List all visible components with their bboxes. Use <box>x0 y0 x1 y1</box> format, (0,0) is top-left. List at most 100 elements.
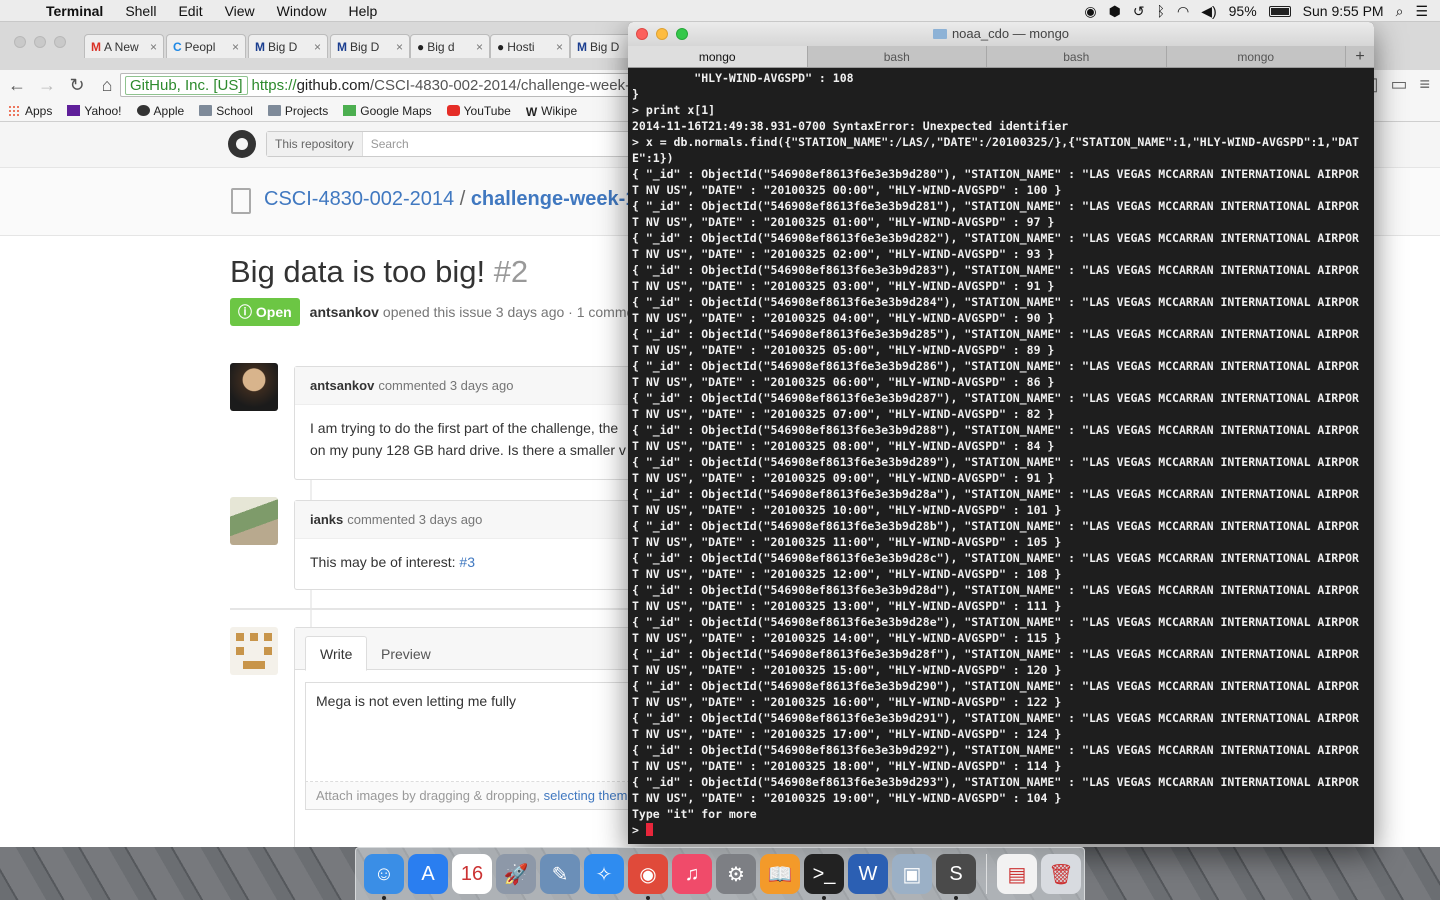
avatar[interactable] <box>230 497 278 545</box>
bookmark-youtube[interactable]: YouTube <box>446 104 511 118</box>
browser-tab[interactable]: C Peopl × <box>166 34 246 58</box>
preview-icon[interactable]: ✎ <box>540 854 580 894</box>
minimize-window-button[interactable] <box>656 28 668 40</box>
bookmark-apple[interactable]: Apple <box>136 104 184 118</box>
timeline-divider <box>230 608 634 610</box>
dock-glyph: S <box>949 862 963 885</box>
terminal-tab[interactable]: bash <box>808 46 987 67</box>
spotlight-icon[interactable]: ⌕ <box>1396 3 1404 20</box>
menu-window[interactable]: Window <box>266 3 338 19</box>
browser-tab[interactable]: MBig D × <box>330 34 410 58</box>
sublime-icon[interactable]: S <box>936 854 976 900</box>
terminal-icon[interactable]: >_ <box>804 854 844 900</box>
comment-header: antsankov commented 3 days ago <box>295 367 634 405</box>
github-octocat-icon[interactable] <box>228 130 256 158</box>
bookmark-projects[interactable]: Projects <box>267 104 328 118</box>
reload-icon[interactable]: ↻ <box>64 75 90 96</box>
system-preferences-icon[interactable]: ⚙ <box>716 854 756 894</box>
ev-certificate-badge[interactable]: GitHub, Inc. [US] <box>125 75 248 95</box>
select-files-link[interactable]: selecting them <box>544 788 628 803</box>
terminal-line: > x = db.normals.find({"STATION_NAME":/L… <box>632 135 1359 149</box>
github-search-input[interactable]: This repository Search <box>266 131 636 157</box>
issue-author-link[interactable]: antsankov <box>310 304 379 320</box>
menu-shell[interactable]: Shell <box>114 3 167 19</box>
zoom-window-button[interactable] <box>676 28 688 40</box>
browser-tab[interactable]: ● Big d × <box>410 34 490 58</box>
battery-icon[interactable] <box>1268 5 1291 17</box>
volume-icon[interactable]: ◀) <box>1201 3 1216 20</box>
menu-help[interactable]: Help <box>337 3 388 19</box>
repo-name-link[interactable]: challenge-week-1 <box>471 188 637 210</box>
menu-view[interactable]: View <box>214 3 266 19</box>
forward-arrow-icon[interactable]: → <box>34 75 60 96</box>
google-maps-icon <box>343 105 357 116</box>
issue-reference-link[interactable]: #3 <box>459 554 475 570</box>
minimize-window-button[interactable] <box>34 36 46 48</box>
close-tab-icon[interactable]: × <box>310 40 321 54</box>
time-machine-icon[interactable]: ↺ <box>1133 3 1145 20</box>
terminal-line: T NV US", "DATE" : "20100325 05:00", "HL… <box>632 343 1055 357</box>
zoom-window-button[interactable] <box>54 36 66 48</box>
search-scope-label: This repository <box>267 132 363 156</box>
safari-icon[interactable]: ✧ <box>584 854 624 894</box>
ibooks-icon[interactable]: 📖 <box>760 854 800 894</box>
browser-tab[interactable]: MBig D × <box>248 34 328 58</box>
notification-center-icon[interactable]: ☰ <box>1415 3 1428 20</box>
browser-tab[interactable]: MA New × <box>84 34 164 58</box>
repo-owner-link[interactable]: CSCI-4830-002-2014 <box>264 188 454 210</box>
tab-preview[interactable]: Preview <box>367 636 445 671</box>
battery-percent[interactable]: 95% <box>1229 3 1257 19</box>
bookmark-wikipedia[interactable]: W Wikipe <box>526 103 578 120</box>
photo-icon[interactable]: ▣ <box>892 854 932 894</box>
itunes-icon[interactable]: ♫ <box>672 854 712 894</box>
bookmark-school[interactable]: School <box>199 104 253 118</box>
terminal-tab[interactable]: mongo <box>1167 46 1346 67</box>
close-tab-icon[interactable]: × <box>552 40 563 54</box>
back-arrow-icon[interactable]: ← <box>4 75 30 96</box>
bluetooth-icon[interactable]: ᛒ <box>1157 3 1165 19</box>
terminal-tab[interactable]: bash <box>987 46 1167 67</box>
bookmark-google-maps[interactable]: Google Maps <box>343 104 432 118</box>
wifi-icon[interactable]: ◠ <box>1177 3 1189 20</box>
documents-icon[interactable]: ▤ <box>997 854 1037 894</box>
status-app-icon[interactable]: ◉ <box>1084 3 1096 20</box>
vpn-icon[interactable]: ⬢ <box>1109 3 1121 20</box>
avatar[interactable] <box>230 363 278 411</box>
close-tab-icon[interactable]: × <box>228 40 239 54</box>
bookmark-yahoo[interactable]: Yahoo! <box>67 104 122 118</box>
terminal-prompt[interactable]: > <box>632 822 1370 838</box>
repo-book-icon <box>231 188 251 214</box>
cast-icon[interactable]: ▭ <box>1390 74 1407 95</box>
comment-text: This may be of interest: <box>310 554 460 570</box>
chrome-menu-icon[interactable]: ≡ <box>1419 74 1430 95</box>
menu-app-name[interactable]: Terminal <box>40 3 114 19</box>
terminal-line: { "_id" : ObjectId("546908ef8613f6e3e3b9… <box>632 583 1359 597</box>
terminal-tab[interactable]: mongo <box>628 46 808 67</box>
comment-author-link[interactable]: ianks <box>310 512 343 527</box>
issue-meta: ⓘ Open antsankov opened this issue 3 day… <box>230 298 634 326</box>
dock-glyph: 🚀 <box>503 863 529 886</box>
close-tab-icon[interactable]: × <box>146 40 157 54</box>
close-tab-icon[interactable]: × <box>392 40 403 54</box>
bookmark-label: Wikipe <box>541 103 578 118</box>
terminal-output[interactable]: "HLY-WIND-AVGSPD" : 108} > print x[1] 2014… <box>632 70 1370 844</box>
new-tab-button[interactable]: + <box>1346 46 1374 67</box>
home-icon[interactable]: ⌂ <box>94 75 120 96</box>
clock[interactable]: Sun 9:55 PM <box>1303 3 1384 19</box>
close-window-button[interactable] <box>636 28 648 40</box>
browser-tab[interactable]: ● Hosti × <box>490 34 570 58</box>
tab-write[interactable]: Write <box>305 636 368 671</box>
trash-icon[interactable]: 🗑 <box>1041 854 1081 894</box>
comment-textarea[interactable]: Mega is not even letting me fully <box>305 682 635 782</box>
menu-edit[interactable]: Edit <box>167 3 213 19</box>
close-tab-icon[interactable]: × <box>472 40 483 54</box>
launchpad-icon[interactable]: 🚀 <box>496 854 536 894</box>
close-window-button[interactable] <box>14 36 26 48</box>
calendar-icon[interactable]: 16 <box>452 854 492 894</box>
word-icon[interactable]: W <box>848 854 888 894</box>
finder-icon[interactable]: ☺ <box>364 854 404 900</box>
chrome-icon[interactable]: ◉ <box>628 854 668 900</box>
comment-author-link[interactable]: antsankov <box>310 378 374 393</box>
app-store-icon[interactable]: A <box>408 854 448 894</box>
bookmark-apps[interactable]: Apps <box>8 104 52 118</box>
